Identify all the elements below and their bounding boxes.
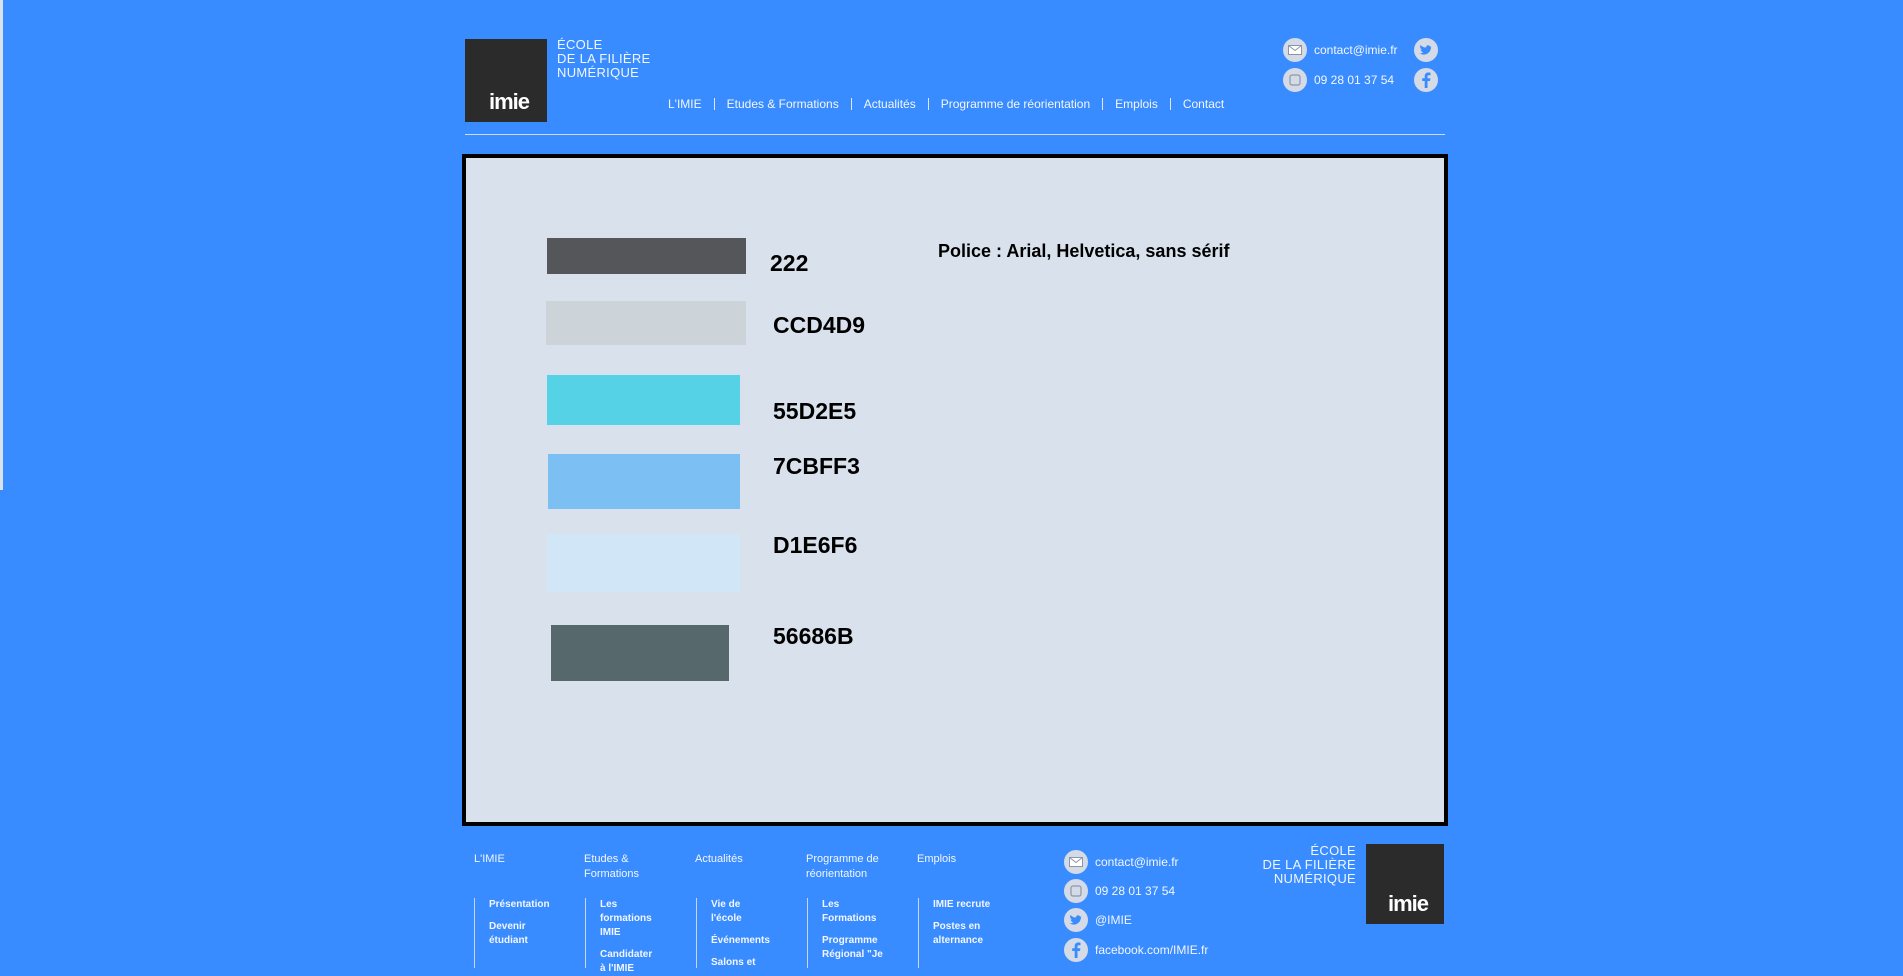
footer-heading-emplois[interactable]: Emplois <box>917 852 997 867</box>
school-line-1: ÉCOLE <box>557 37 603 52</box>
footer-twitter[interactable]: @IMIE <box>1064 908 1132 932</box>
nav-actualites[interactable]: Actualités <box>852 97 928 111</box>
footer-heading-imie[interactable]: L'IMIE <box>474 852 554 867</box>
footer-facebook-text: facebook.com/IMIE.fr <box>1095 943 1209 957</box>
header-logo[interactable]: imie <box>465 39 547 122</box>
school-line-2: DE LA FILIÈRE <box>557 51 651 66</box>
footer-heading-etudes[interactable]: Etudes & Formations <box>584 852 654 882</box>
header-phone-text: 09 28 01 37 54 <box>1314 73 1395 87</box>
footer-link[interactable]: Salons et <box>711 956 786 970</box>
logo-word: imie <box>489 89 530 114</box>
footer-link[interactable]: Les formations IMIE <box>600 898 660 940</box>
footer-link[interactable]: Vie de l'école <box>711 898 751 926</box>
footer-link[interactable]: Présentation <box>489 898 564 912</box>
main-nav: L'IMIE Etudes & Formations Actualités Pr… <box>656 97 1236 111</box>
footer-school-name: ÉCOLE DE LA FILIÈRE NUMÉRIQUE <box>1262 844 1356 886</box>
footer-link[interactable]: Les Formations <box>822 898 882 926</box>
color-code: CCD4D9 <box>773 312 866 338</box>
footer-link[interactable]: Postes en alternance <box>933 920 993 948</box>
color-swatch <box>551 625 729 681</box>
color-code: 55D2E5 <box>773 398 857 424</box>
footer-column-emplois: IMIE recrute Postes en alternance <box>918 898 1008 968</box>
school-line-2: DE LA FILIÈRE <box>1262 857 1356 872</box>
footer-phone[interactable]: 09 28 01 37 54 <box>1064 879 1175 903</box>
footer-column-programme: Les Formations Programme Régional "Je <box>807 898 892 968</box>
school-line-3: NUMÉRIQUE <box>557 65 640 80</box>
logo-word: imie <box>1388 891 1429 916</box>
color-code: 222 <box>770 250 809 276</box>
color-swatch <box>548 454 740 509</box>
footer-heading-actualites[interactable]: Actualités <box>695 852 775 867</box>
phone-icon <box>1064 879 1088 903</box>
palette-panel: 222 CCD4D9 55D2E5 7CBFF3 D1E6F6 56686B P… <box>462 154 1448 826</box>
footer-column-etudes: Les formations IMIE Candidater à l'IMIE <box>585 898 660 974</box>
header-phone[interactable]: 09 28 01 37 54 <box>1283 68 1394 92</box>
nav-etudes-formations[interactable]: Etudes & Formations <box>715 97 851 111</box>
header-school-name: ÉCOLE DE LA FILIÈRE NUMÉRIQUE <box>557 38 651 80</box>
footer-link[interactable]: Devenir étudiant <box>489 920 564 948</box>
mail-icon <box>1064 850 1088 874</box>
nav-contact[interactable]: Contact <box>1171 97 1236 111</box>
footer-logo[interactable]: imie <box>1366 844 1444 924</box>
font-note: Police : Arial, Helvetica, sans sérif <box>938 241 1230 261</box>
footer-email[interactable]: contact@imie.fr <box>1064 850 1179 874</box>
twitter-icon[interactable] <box>1414 38 1438 62</box>
facebook-icon[interactable] <box>1414 68 1438 92</box>
footer-link[interactable]: Candidater à l'IMIE <box>600 948 660 976</box>
nav-imie[interactable]: L'IMIE <box>656 97 714 111</box>
footer-link[interactable]: Programme Régional "Je <box>822 934 892 962</box>
facebook-icon <box>1064 938 1088 962</box>
nav-programme-reorientation[interactable]: Programme de réorientation <box>929 97 1102 111</box>
color-swatch <box>547 534 740 592</box>
color-code: 56686B <box>773 623 854 649</box>
footer-heading-programme[interactable]: Programme de réorientation <box>806 852 886 882</box>
school-line-1: ÉCOLE <box>1310 843 1356 858</box>
header-divider <box>465 134 1445 135</box>
footer-link[interactable]: Événements <box>711 934 786 948</box>
footer-email-text: contact@imie.fr <box>1095 855 1179 869</box>
mail-icon <box>1283 38 1307 62</box>
footer-twitter-text: @IMIE <box>1095 913 1132 927</box>
footer-column-actualites: Vie de l'école Événements Salons et <box>696 898 786 968</box>
color-swatch <box>547 238 746 274</box>
footer-column-imie: Présentation Devenir étudiant <box>474 898 564 968</box>
header-email[interactable]: contact@imie.fr <box>1283 38 1398 62</box>
footer-link[interactable]: IMIE recrute <box>933 898 1008 912</box>
color-swatch <box>547 375 740 425</box>
phone-icon <box>1283 68 1307 92</box>
color-code: D1E6F6 <box>773 532 858 558</box>
nav-emplois[interactable]: Emplois <box>1103 97 1170 111</box>
footer-facebook[interactable]: facebook.com/IMIE.fr <box>1064 938 1208 962</box>
header-email-text: contact@imie.fr <box>1314 43 1398 57</box>
twitter-icon <box>1064 908 1088 932</box>
color-swatch <box>546 301 746 345</box>
left-edge-strip <box>0 0 3 490</box>
school-line-3: NUMÉRIQUE <box>1273 871 1356 886</box>
footer-phone-text: 09 28 01 37 54 <box>1095 884 1176 898</box>
color-code: 7CBFF3 <box>773 453 860 479</box>
